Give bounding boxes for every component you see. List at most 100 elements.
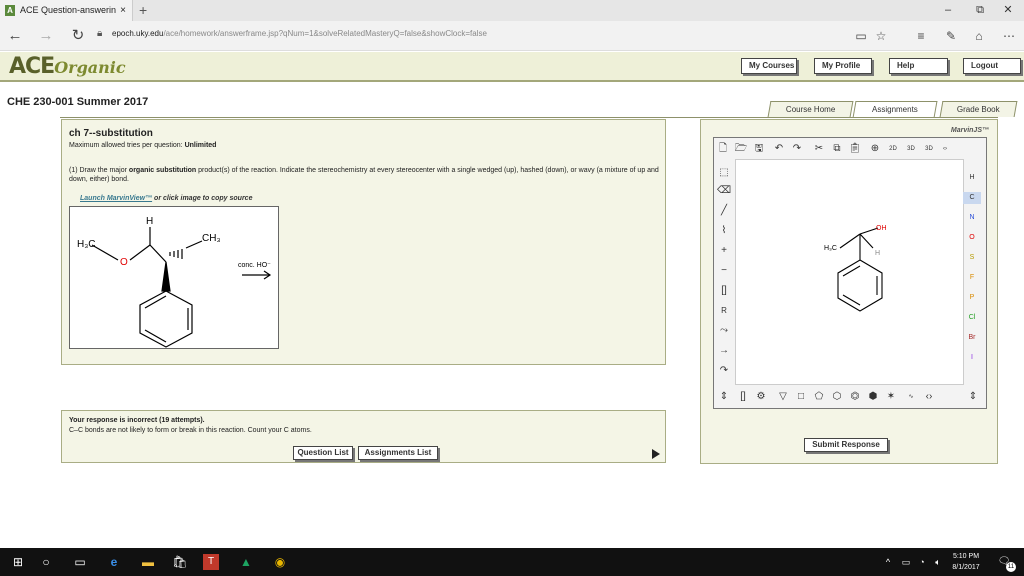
3d-view-icon[interactable]: 3D	[922, 142, 936, 156]
template-icon[interactable]: ✶	[884, 390, 898, 404]
scroll-updown-icon[interactable]: ⇕	[966, 390, 980, 404]
cyclohexane-icon[interactable]: ⬡	[830, 390, 844, 404]
mechanism-arrow-icon[interactable]: ↷	[717, 364, 731, 378]
element-f[interactable]: F	[963, 272, 981, 284]
save-icon[interactable]: 🖫︎	[752, 142, 766, 156]
tab-grade-book[interactable]: Grade Book	[939, 101, 1018, 117]
new-document-icon[interactable]: 🗋︎	[716, 142, 730, 156]
cycloheptane-icon[interactable]: ⬢	[866, 390, 880, 404]
my-courses-button[interactable]: My Courses	[741, 58, 797, 74]
r-group-icon[interactable]: R	[717, 304, 731, 318]
reactant-structure: H₃C O H CH₃ conc. HO⁻	[77, 216, 271, 348]
file-explorer-icon[interactable]: ▬	[138, 552, 158, 572]
address-bar-row: ← → ↻ 🔒︎ epoch.uky.edu/ace/homework/answ…	[0, 21, 1024, 51]
benzene-icon[interactable]: ⏣	[848, 390, 862, 404]
help-button[interactable]: Help	[889, 58, 948, 74]
select-tool-icon[interactable]: ⬚	[717, 166, 731, 180]
new-tab-button[interactable]: +	[139, 0, 147, 21]
minimize-button[interactable]: –	[930, 0, 966, 21]
open-icon[interactable]: 🗁︎	[734, 142, 748, 156]
element-s[interactable]: S	[963, 252, 981, 264]
cortana-icon[interactable]: ○	[36, 552, 56, 572]
more-icon[interactable]: ⋯	[1000, 27, 1018, 45]
more-tools-icon[interactable]: ‹›	[938, 142, 952, 156]
web-note-icon[interactable]: ✎	[942, 27, 960, 45]
edge-icon[interactable]: e	[104, 552, 124, 572]
drawing-canvas[interactable]: H₃C OH H	[735, 159, 964, 385]
browser-tab-bar: A ACE Question-answerin × + – ⧉ ✕	[0, 0, 1024, 21]
element-br[interactable]: Br	[963, 332, 981, 344]
tab-assignments-label: Assignments	[872, 105, 918, 114]
question-list-button[interactable]: Question List	[293, 446, 353, 460]
my-profile-button[interactable]: My Profile	[814, 58, 872, 74]
attach-icon[interactable]: ⤳	[717, 324, 731, 338]
response-panel: Your response is incorrect (19 attempts)…	[61, 410, 666, 463]
paste-icon[interactable]: 📋︎	[848, 142, 862, 156]
refresh-icon[interactable]: ↻	[68, 26, 88, 46]
url-field[interactable]: epoch.uky.edu/ace/homework/answerframe.j…	[112, 29, 487, 38]
tab-assignments[interactable]: Assignments	[852, 101, 938, 118]
windows-start-icon[interactable]: ⊞	[8, 552, 28, 572]
chain-tool-icon[interactable]: ⌇	[717, 224, 731, 238]
ace-logo[interactable]: ACEOrganic	[9, 54, 126, 79]
browser-tab[interactable]: A ACE Question-answerin ×	[0, 0, 133, 21]
back-arrow-icon[interactable]: ←	[5, 26, 25, 46]
system-clock[interactable]: 5:10 PM 8/1/2017	[946, 551, 986, 573]
t-app-icon[interactable]: T	[203, 554, 219, 570]
element-i[interactable]: I	[963, 352, 981, 364]
chain-templates-icon[interactable]: ∿	[904, 390, 918, 404]
tab-course-home[interactable]: Course Home	[767, 101, 854, 117]
element-c-selected[interactable]: C	[963, 192, 981, 204]
volume-icon[interactable]: 🔈︎	[928, 552, 948, 572]
element-p[interactable]: P	[963, 292, 981, 304]
google-drive-icon[interactable]: ▲	[236, 552, 256, 572]
copy-icon[interactable]: ⧉	[830, 142, 844, 156]
reaction-arrow-icon[interactable]: →	[717, 344, 731, 358]
close-window-button[interactable]: ✕	[990, 0, 1024, 21]
chrome-icon[interactable]: ◉	[270, 552, 290, 572]
logout-button[interactable]: Logout	[963, 58, 1021, 74]
reading-view-icon[interactable]: ▭	[852, 27, 870, 45]
share-icon[interactable]: ⌂	[970, 27, 988, 45]
more-templates-icon[interactable]: ‹›	[922, 390, 936, 404]
cut-icon[interactable]: ✂	[812, 142, 826, 156]
h-label: H	[146, 216, 153, 227]
bracket-tool-icon[interactable]: []	[717, 284, 731, 298]
tab-grade-book-label: Grade Book	[957, 105, 1000, 114]
tab-close-icon[interactable]: ×	[120, 0, 126, 21]
scroll-arrows-icon[interactable]: ⇕	[717, 390, 731, 404]
bond-tool-icon[interactable]: ╱	[717, 204, 731, 218]
reaction-image[interactable]: H₃C O H CH₃ conc. HO⁻	[69, 206, 279, 349]
erase-tool-icon[interactable]: ⌫	[717, 184, 731, 198]
store-icon[interactable]: 🛍︎	[170, 552, 190, 572]
bracket-group-icon[interactable]: []	[736, 390, 750, 404]
zoom-icon[interactable]: ⊕	[868, 142, 882, 156]
tab-course-home-label: Course Home	[785, 105, 836, 114]
clean-3d-icon[interactable]: 3D	[904, 142, 918, 156]
charge-minus-icon[interactable]: −	[717, 264, 731, 278]
task-view-icon[interactable]: ▭	[70, 552, 90, 572]
element-cl[interactable]: Cl	[963, 312, 981, 324]
assignments-list-button[interactable]: Assignments List	[358, 446, 438, 460]
clock-date: 8/1/2017	[952, 564, 980, 571]
element-n[interactable]: N	[963, 212, 981, 224]
favorite-star-icon[interactable]: ☆	[872, 27, 890, 45]
cyclobutane-icon[interactable]: □	[794, 390, 808, 404]
tray-chevron-icon[interactable]: ^	[878, 552, 898, 572]
abbrev-group-icon[interactable]: ⚙	[754, 390, 768, 404]
forward-arrow-icon[interactable]: →	[36, 26, 56, 46]
hub-icon[interactable]: ≡	[912, 27, 930, 45]
element-o[interactable]: O	[963, 232, 981, 244]
next-arrow-icon[interactable]	[652, 449, 660, 459]
submit-response-button[interactable]: Submit Response	[804, 438, 888, 452]
clean-2d-icon[interactable]: 2D	[886, 142, 900, 156]
undo-icon[interactable]: ↶	[772, 142, 786, 156]
charge-plus-icon[interactable]: +	[717, 244, 731, 258]
element-h[interactable]: H	[963, 172, 981, 184]
cyclopropane-icon[interactable]: ▽	[776, 390, 790, 404]
redo-icon[interactable]: ↷	[790, 142, 804, 156]
question-text-prefix: (1) Draw the major	[69, 167, 127, 174]
cyclopentane-icon[interactable]: ⬠	[812, 390, 826, 404]
question-panel: ch 7--substitution Maximum allowed tries…	[61, 119, 666, 365]
launch-marvinview-link[interactable]: Launch MarvinView™	[80, 195, 152, 202]
